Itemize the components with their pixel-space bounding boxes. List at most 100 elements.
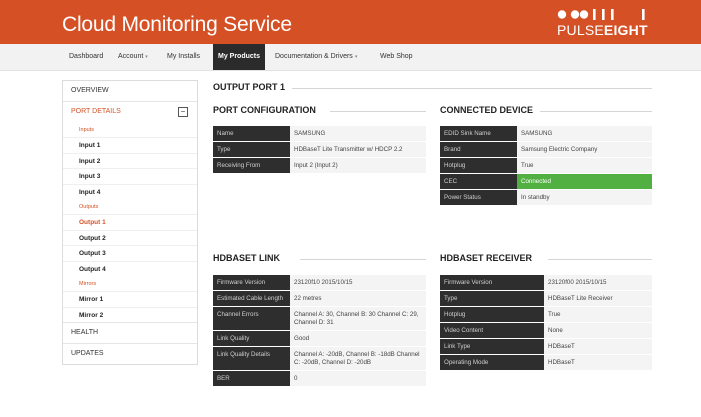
hdbaset-link-table: Firmware Version 23120f10 2015/10/15 Esti… [213, 275, 426, 387]
row-key: Channel Errors [213, 306, 290, 331]
sidebar-group-outputs: Outputs [79, 204, 99, 210]
logo-wordmark: PULSEEIGHT [557, 22, 648, 38]
nav-account-label: Account [118, 53, 144, 60]
row-value: 23120f00 2015/10/15 [544, 275, 652, 291]
row-key: Type [213, 141, 290, 158]
hdbaset-receiver-table: Firmware Version 23120f00 2015/10/15 Type… [440, 275, 652, 371]
table-row: Hotplug True [440, 157, 652, 174]
row-value: 22 metres [290, 290, 426, 307]
sidebar-group-mirrors: Mirrors [79, 281, 97, 287]
app-title: Cloud Monitoring Service [62, 13, 292, 36]
sidebar-group-inputs: Inputs [79, 127, 94, 133]
row-key: Estimated Cable Length [213, 290, 290, 307]
table-row: Operating Mode HDBaseT [440, 354, 652, 371]
table-row: Receiving From Input 2 (Input 2) [213, 157, 426, 174]
table-row: Type HDBaseT Lite Transmitter w/ HDCP 2.2 [213, 141, 426, 158]
table-row: Power Status In standby [440, 189, 652, 206]
row-value: HDBaseT [544, 354, 652, 371]
sidebar-section-updates: UPDATES [63, 344, 197, 364]
table-row: Link Quality Good [213, 330, 426, 347]
sidebar-item-health[interactable]: HEALTH [63, 323, 197, 343]
row-value: 23120f10 2015/10/15 [290, 275, 426, 291]
row-key: Link Quality Details [213, 346, 290, 371]
table-row: Firmware Version 23120f10 2015/10/15 [213, 275, 426, 291]
table-row: Name SAMSUNG [213, 126, 426, 142]
sidebar-item-input-2[interactable]: Input 2 [63, 152, 197, 169]
sidebar-item-mirror-1[interactable]: Mirror 1 [63, 291, 197, 307]
hdbaset-receiver-title: HDBASET RECEIVER [440, 253, 539, 263]
sidebar-item-output-3[interactable]: Output 3 [63, 245, 197, 261]
collapse-icon[interactable]: − [178, 107, 188, 117]
row-key: Brand [440, 141, 517, 158]
sidebar-item-port-details[interactable]: PORT DETAILS [63, 102, 197, 122]
nav-web-shop[interactable]: Web Shop [375, 44, 418, 70]
table-row: Hotplug True [440, 306, 652, 323]
row-key: Firmware Version [440, 275, 544, 291]
sidebar-section-health: HEALTH [63, 323, 197, 344]
sidebar-section-port-details: PORT DETAILS − Inputs Input 1 Input 2 In… [63, 102, 197, 323]
row-key: BER [213, 370, 290, 387]
port-configuration-divider [330, 111, 426, 112]
table-row: Brand Samsung Electric Company [440, 141, 652, 158]
connected-device-title: CONNECTED DEVICE [440, 105, 540, 115]
title-divider [292, 88, 652, 89]
nav-account[interactable]: Account ▾ [113, 44, 153, 70]
logo-word-regular: PULSE [557, 22, 604, 38]
chevron-down-icon: ▾ [354, 54, 358, 60]
hdbaset-link-title: HDBASET LINK [213, 253, 286, 263]
row-value: SAMSUNG [517, 126, 652, 142]
row-key: Power Status [440, 189, 517, 206]
sidebar-item-input-4[interactable]: Input 4 [63, 183, 197, 200]
row-key: Hotplug [440, 306, 544, 323]
logo-word-bold: EIGHT [603, 22, 648, 38]
row-key: Name [213, 126, 290, 142]
row-key: Firmware Version [213, 275, 290, 291]
row-key: Receiving From [213, 157, 290, 174]
sidebar-item-mirror-2[interactable]: Mirror 2 [63, 306, 197, 323]
row-value: In standby [517, 189, 652, 206]
row-value: True [517, 157, 652, 174]
app-header: Cloud Monitoring Service PULSEEIGHT [0, 0, 701, 44]
port-configuration-table: Name SAMSUNG Type HDBaseT Lite Transmitter… [213, 126, 426, 174]
table-row: Type HDBaseT Lite Receiver [440, 290, 652, 307]
row-key: Type [440, 290, 544, 307]
sidebar-item-output-1[interactable]: Output 1 [63, 214, 197, 230]
row-value: 0 [290, 370, 426, 387]
page-title: OUTPUT PORT 1 [213, 82, 286, 92]
table-row: EDID Sink Name SAMSUNG [440, 126, 652, 142]
sidebar-item-updates[interactable]: UPDATES [63, 344, 197, 364]
table-row: Firmware Version 23120f00 2015/10/15 [440, 275, 652, 291]
row-key: EDID Sink Name [440, 126, 517, 142]
sidebar-item-input-3[interactable]: Input 3 [63, 168, 197, 184]
sidebar-item-overview[interactable]: OVERVIEW [63, 81, 197, 101]
row-value: True [544, 306, 652, 323]
pulse-eight-logo[interactable]: PULSEEIGHT [557, 8, 649, 40]
sidebar-section-overview: OVERVIEW [63, 81, 197, 102]
nav-dashboard[interactable]: Dashboard [64, 44, 108, 70]
table-row: CEC Connected [440, 173, 652, 190]
sidebar-item-output-4[interactable]: Output 4 [63, 260, 197, 277]
hdbaset-receiver-divider [548, 259, 652, 260]
row-value: HDBaseT Lite Transmitter w/ HDCP 2.2 [290, 141, 426, 158]
row-value: Samsung Electric Company [517, 141, 652, 158]
connected-device-divider [540, 111, 652, 112]
row-value: HDBaseT [544, 338, 652, 355]
connected-device-table: EDID Sink Name SAMSUNG Brand Samsung Elect… [440, 126, 652, 206]
sidebar-item-output-2[interactable]: Output 2 [63, 229, 197, 246]
sidebar: OVERVIEW PORT DETAILS − Inputs Input 1 I… [62, 80, 198, 365]
table-row: Link Type HDBaseT [440, 338, 652, 355]
port-configuration-title: PORT CONFIGURATION [213, 105, 322, 115]
row-value: Input 2 (Input 2) [290, 157, 426, 174]
logo-mark-icon [557, 9, 645, 20]
table-row: Estimated Cable Length 22 metres [213, 290, 426, 307]
row-value: None [544, 322, 652, 339]
table-row: BER 0 [213, 370, 426, 387]
nav-documentation[interactable]: Documentation & Drivers ▾ [270, 44, 362, 70]
nav-my-installs[interactable]: My Installs [162, 44, 205, 70]
nav-my-products[interactable]: My Products [213, 44, 266, 70]
sidebar-item-input-1[interactable]: Input 1 [63, 137, 197, 153]
row-key: Link Quality [213, 330, 290, 347]
row-key: Operating Mode [440, 354, 544, 371]
row-key: Video Content [440, 322, 544, 339]
table-row: Video Content None [440, 322, 652, 339]
